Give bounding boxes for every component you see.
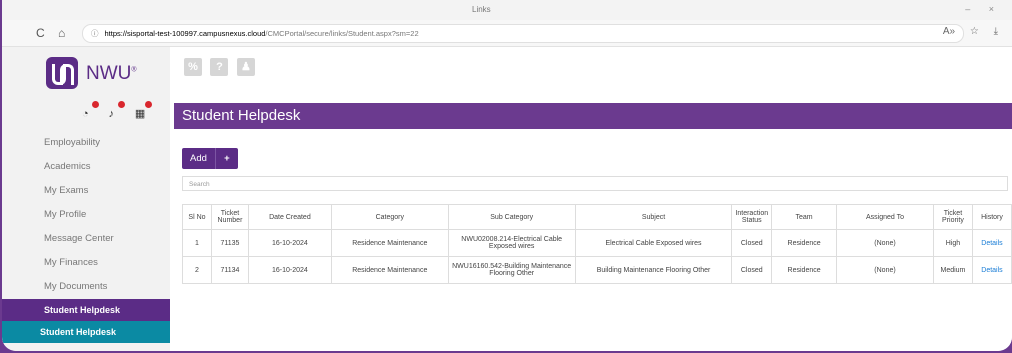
- help-icon[interactable]: ?: [210, 58, 229, 76]
- nwu-logo[interactable]: NWU®: [46, 57, 137, 94]
- sidebar-subitem-student-helpdesk[interactable]: Student Helpdesk: [2, 321, 170, 343]
- sidebar-item-my-profile[interactable]: My Profile: [2, 203, 170, 227]
- main-content: % ? ♟ Student Helpdesk Add + Search Sl No…: [170, 47, 1012, 351]
- alert-icons: ◔ ♪ ▦: [82, 101, 157, 122]
- plus-icon: +: [214, 148, 238, 169]
- read-aloud-icon[interactable]: A»: [943, 26, 955, 37]
- cell-date-created: 16-10-2024: [247, 256, 332, 284]
- column-header[interactable]: Subject: [574, 204, 733, 230]
- search-input[interactable]: Search: [182, 176, 1008, 191]
- favorite-icon[interactable]: ☆: [970, 26, 979, 37]
- url-path: /CMCPortal/secure/links/Student.aspx?sm=…: [265, 29, 419, 38]
- add-button[interactable]: Add +: [182, 148, 238, 169]
- sidebar-item-my-exams[interactable]: My Exams: [2, 179, 170, 203]
- cell-interaction-status: Closed: [731, 229, 773, 257]
- column-header[interactable]: Ticket Priority: [932, 204, 973, 230]
- cell-category: Residence Maintenance: [330, 229, 449, 257]
- info-icon[interactable]: ⓘ: [91, 25, 99, 42]
- cell-assigned-to: (None): [836, 229, 934, 257]
- url-host: https://sisportal-test-100997.campusnexu…: [104, 29, 266, 38]
- cell-history: Details: [971, 229, 1012, 257]
- cell-sl-no: 2: [182, 256, 212, 284]
- badge: [92, 101, 99, 108]
- column-header[interactable]: Sl No: [182, 204, 212, 230]
- column-header[interactable]: Team: [771, 204, 838, 230]
- cell-history: Details: [971, 256, 1012, 284]
- table-header-row: Sl No Ticket Number Date Created Categor…: [182, 204, 1012, 230]
- tickets-table: Sl No Ticket Number Date Created Categor…: [182, 204, 1012, 284]
- sidebar-item-my-documents[interactable]: My Documents: [2, 275, 170, 299]
- calendar-icon[interactable]: ▦: [135, 101, 152, 120]
- cell-ticket-number: 71135: [210, 229, 249, 257]
- cell-assigned-to: (None): [836, 256, 934, 284]
- clock-icon[interactable]: ◔: [82, 101, 99, 120]
- tab-title[interactable]: Links: [472, 5, 491, 14]
- title-bar: Links – ×: [2, 0, 1012, 20]
- nwu-logo-mark: [46, 57, 78, 89]
- refresh-icon[interactable]: C: [36, 26, 45, 40]
- add-button-label: Add: [190, 153, 207, 164]
- home-icon[interactable]: ⌂: [58, 26, 65, 40]
- sidebar-item-student-helpdesk[interactable]: Student Helpdesk: [2, 299, 170, 321]
- cell-sl-no: 1: [182, 229, 212, 257]
- column-header[interactable]: Assigned To: [836, 204, 934, 230]
- column-header[interactable]: Sub Category: [447, 204, 576, 230]
- browser-actions: A» ☆ ⤓: [931, 26, 998, 37]
- address-bar[interactable]: ⓘ https://sisportal-test-100997.campusnex…: [82, 24, 964, 43]
- cell-ticket-priority: Medium: [932, 256, 973, 284]
- window-controls[interactable]: – ×: [965, 4, 1002, 14]
- cell-sub-category: NWU02008.214-Electrical Cable Exposed wi…: [447, 229, 576, 257]
- column-header[interactable]: Interaction Status: [731, 204, 773, 230]
- sidebar-menu: Employability Academics My Exams My Prof…: [2, 131, 170, 343]
- action-icons: % ? ♟: [184, 57, 259, 76]
- cell-interaction-status: Closed: [731, 256, 773, 284]
- link-icon[interactable]: %: [184, 58, 202, 76]
- column-header[interactable]: Category: [330, 204, 449, 230]
- sidebar-item-academics[interactable]: Academics: [2, 155, 170, 179]
- bell-icon[interactable]: ♪: [108, 101, 126, 120]
- cell-sub-category: NWU16160.542-Building Maintenance Floori…: [447, 256, 576, 284]
- sidebar: NWU® ◔ ♪ ▦ Employability Academics My Ex…: [2, 47, 170, 351]
- column-header[interactable]: Date Created: [247, 204, 332, 230]
- nwu-logo-text: NWU®: [86, 63, 137, 84]
- details-link[interactable]: Details: [981, 240, 1002, 247]
- favorites-bar-icon[interactable]: ⤓: [994, 26, 998, 37]
- column-header[interactable]: Ticket Number: [210, 204, 249, 230]
- cell-category: Residence Maintenance: [330, 256, 449, 284]
- details-link[interactable]: Details: [981, 267, 1002, 274]
- cell-date-created: 16-10-2024: [247, 229, 332, 257]
- cell-team: Residence: [771, 229, 838, 257]
- sidebar-item-employability[interactable]: Employability: [2, 131, 170, 155]
- cell-subject: Electrical Cable Exposed wires: [574, 229, 733, 257]
- table-row: 2 71134 16-10-2024 Residence Maintenance…: [182, 256, 1012, 284]
- page-title: Student Helpdesk: [174, 103, 1012, 129]
- user-icon[interactable]: ♟: [236, 58, 255, 76]
- cell-ticket-number: 71134: [210, 256, 249, 284]
- table-row: 1 71135 16-10-2024 Residence Maintenance…: [182, 229, 1012, 257]
- cell-team: Residence: [771, 256, 838, 284]
- browser-window: Links – × C ⌂ ⓘ https://sisportal-test-10…: [2, 0, 1012, 351]
- sidebar-item-message-center[interactable]: Message Center: [2, 227, 170, 251]
- column-header[interactable]: History: [971, 204, 1012, 230]
- badge: [118, 101, 126, 108]
- cell-ticket-priority: High: [932, 229, 973, 257]
- browser-toolbar: C ⌂ ⓘ https://sisportal-test-100997.campu…: [2, 20, 1012, 47]
- badge: [144, 101, 152, 108]
- sidebar-item-my-finances[interactable]: My Finances: [2, 251, 170, 275]
- cell-subject: Building Maintenance Flooring Other: [574, 256, 733, 284]
